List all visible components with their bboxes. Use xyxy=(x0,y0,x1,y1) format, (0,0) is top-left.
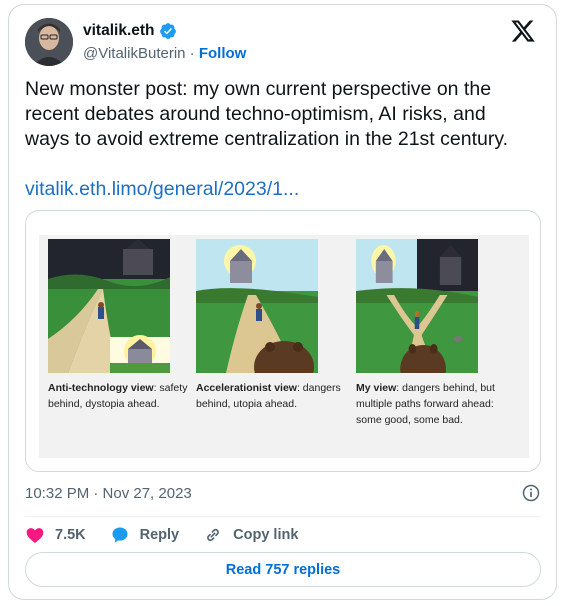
caption-title-accelerationist: Accelerationist view xyxy=(196,382,297,394)
info-icon[interactable] xyxy=(521,483,541,503)
read-replies-button[interactable]: Read 757 replies xyxy=(25,552,541,587)
like-count: 7.5K xyxy=(55,527,86,543)
x-logo-icon[interactable] xyxy=(510,18,536,44)
comic-strip: Anti-technology view: safety behind, dys… xyxy=(39,235,529,458)
tweet-header: vitalik.eth @VitalikButerin · Follow xyxy=(25,18,540,66)
speech-bubble-icon xyxy=(112,527,128,543)
panel-image-accelerationist xyxy=(196,239,318,373)
caption-my-view: My view: dangers behind, but multiple pa… xyxy=(356,380,506,428)
reply-button[interactable]: Reply xyxy=(110,525,180,545)
caption-accelerationist: Accelerationist view: dangers behind, ut… xyxy=(196,380,346,412)
panel-image-anti-technology xyxy=(48,239,170,373)
follow-button[interactable]: Follow xyxy=(199,45,247,62)
timestamp[interactable]: 10:32 PM · Nov 27, 2023 xyxy=(25,485,192,502)
copy-link-button[interactable]: Copy link xyxy=(203,525,298,545)
timestamp-row: 10:32 PM · Nov 27, 2023 xyxy=(25,483,541,505)
separator-dot: · xyxy=(189,45,195,62)
panel-image-my-view xyxy=(356,239,478,373)
tweet-text: New monster post: my own current perspec… xyxy=(25,78,509,150)
avatar[interactable] xyxy=(25,18,73,66)
heart-icon xyxy=(26,528,44,543)
like-button[interactable]: 7.5K xyxy=(25,525,86,545)
caption-title-anti-technology: Anti-technology view xyxy=(48,382,154,394)
caption-title-my-view: My view xyxy=(356,382,397,394)
tweet-link[interactable]: vitalik.eth.limo/general/2023/1... xyxy=(25,178,299,201)
action-bar: 7.5K Reply Copy link xyxy=(25,520,322,550)
copy-link-label: Copy link xyxy=(233,527,299,543)
caption-anti-technology: Anti-technology view: safety behind, dys… xyxy=(48,380,198,412)
author-handle[interactable]: @VitalikButerin xyxy=(83,45,186,62)
verified-badge-icon xyxy=(159,22,177,40)
author-name[interactable]: vitalik.eth xyxy=(83,22,155,40)
name-row: vitalik.eth xyxy=(83,22,177,40)
link-icon xyxy=(207,528,220,542)
reply-label: Reply xyxy=(139,527,180,543)
media-attachment[interactable]: Anti-technology view: safety behind, dys… xyxy=(25,210,541,472)
tweet-card: vitalik.eth @VitalikButerin · Follow New… xyxy=(8,4,557,600)
handle-row: @VitalikButerin · Follow xyxy=(83,45,246,62)
divider xyxy=(25,516,540,517)
